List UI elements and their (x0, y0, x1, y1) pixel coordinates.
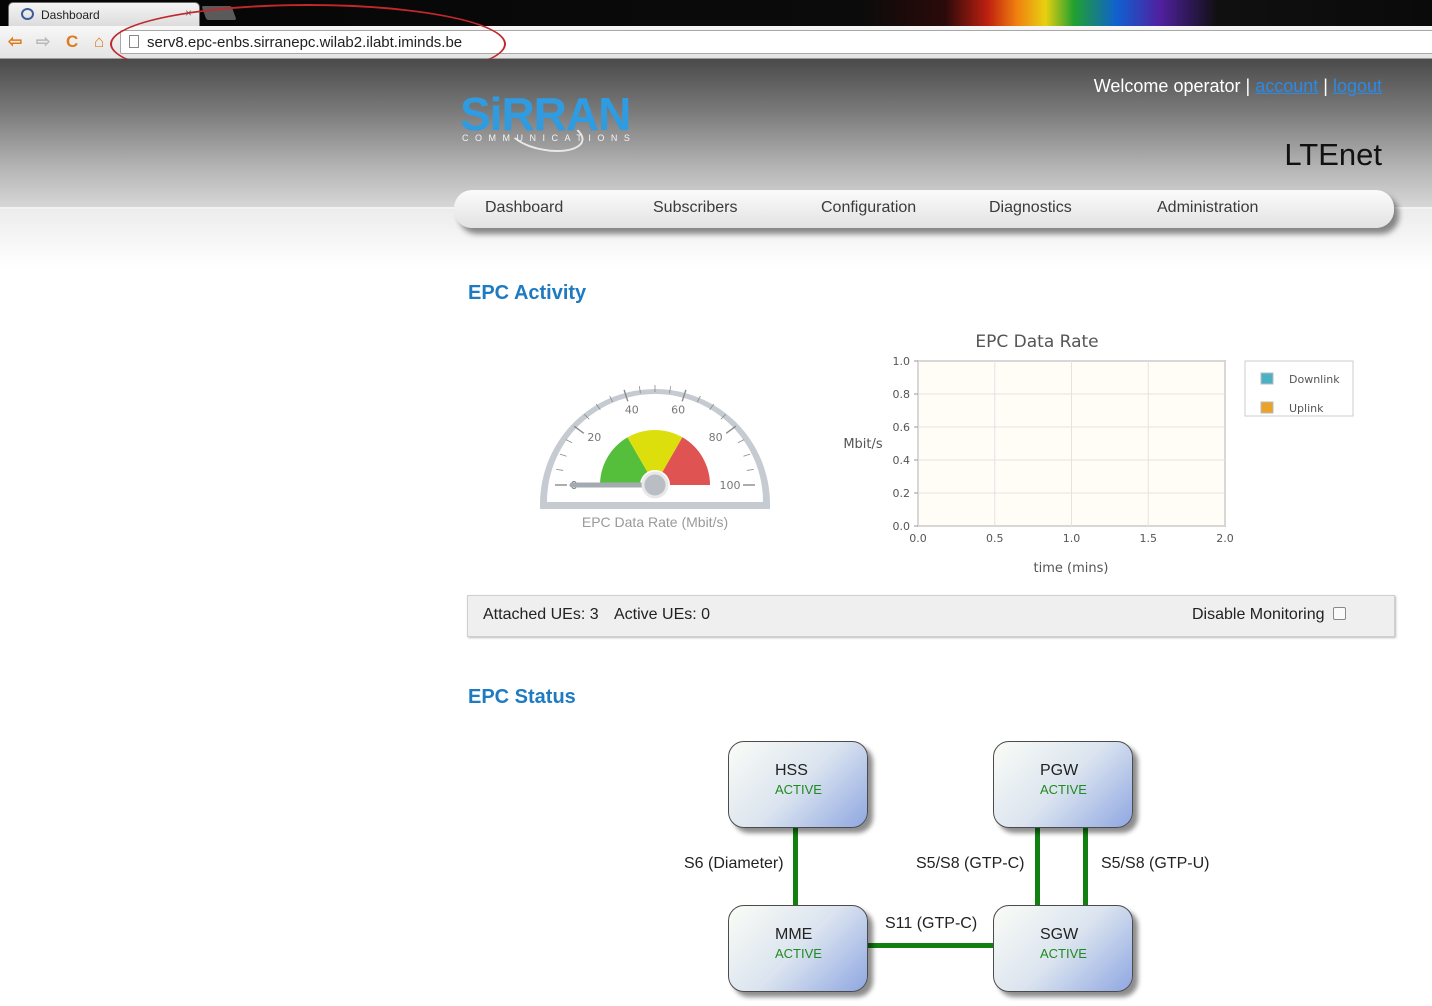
home-icon[interactable]: ⌂ (94, 32, 104, 52)
link-label-s6: S6 (Diameter) (684, 855, 784, 872)
menu-administration[interactable]: Administration (1157, 199, 1258, 217)
link-s5s8-gtpu (1083, 825, 1088, 906)
logout-link[interactable]: logout (1333, 76, 1382, 96)
ue-stats-bar: Attached UEs: 3 Active UEs: 0 Disable Mo… (467, 595, 1395, 637)
x-tick-label: 2.0 (1216, 532, 1234, 545)
link-label-s11: S11 (GTP-C) (885, 915, 978, 932)
link-label-s5s8-gtpu: S5/S8 (GTP-U) (1101, 855, 1210, 872)
legend-label-downlink: Downlink (1289, 373, 1340, 386)
y-tick-label: 0.0 (893, 520, 911, 533)
link-label-s5s8-gtpc: S5/S8 (GTP-C) (916, 855, 1025, 872)
x-tick-label: 1.5 (1140, 532, 1158, 545)
legend-swatch-uplink (1260, 401, 1274, 414)
gauge-caption: EPC Data Rate (Mbit/s) (581, 514, 729, 530)
gauge-tick-label: 20 (587, 431, 601, 444)
disable-monitoring-checkbox[interactable] (1333, 607, 1346, 620)
gauge-tick-label: 100 (720, 479, 741, 492)
legend-swatch-downlink (1260, 372, 1274, 385)
node-name: HSS (775, 762, 808, 779)
y-tick-labels: 0.0 0.2 0.4 0.6 0.8 1.0 (893, 355, 918, 533)
node-name: SGW (1040, 926, 1079, 943)
chart-title: EPC Data Rate (975, 332, 1098, 352)
node-hss[interactable]: HSS ACTIVE (728, 741, 868, 828)
legend-label-uplink: Uplink (1289, 402, 1324, 415)
favicon-icon (21, 8, 34, 20)
link-s6 (793, 825, 798, 906)
y-tick-label: 0.8 (893, 388, 911, 401)
reload-icon[interactable]: C (66, 32, 78, 52)
account-link[interactable]: account (1255, 76, 1318, 96)
forward-arrow-icon[interactable]: ⇨ (36, 32, 50, 52)
y-tick-label: 0.6 (893, 421, 911, 434)
gauge-tick-label: 40 (625, 404, 639, 417)
node-status: ACTIVE (775, 782, 822, 797)
node-mme[interactable]: MME ACTIVE (728, 905, 868, 992)
gauge-tick-label: 80 (709, 431, 723, 444)
node-name: PGW (1040, 762, 1079, 779)
gauge-tick-label: 60 (671, 404, 685, 417)
active-ues: Active UEs: 0 (614, 606, 711, 623)
attached-ues: Attached UEs: 3 (483, 606, 599, 623)
menu-subscribers[interactable]: Subscribers (653, 199, 737, 217)
link-s5s8-gtpc (1035, 825, 1040, 906)
menu-dashboard[interactable]: Dashboard (485, 199, 563, 217)
welcome-text: Welcome operator | (1093, 76, 1251, 96)
node-status: ACTIVE (1040, 946, 1087, 961)
y-tick-label: 0.4 (893, 454, 911, 467)
x-tick-label: 0.5 (986, 532, 1004, 545)
sirran-logo[interactable]: SiRRAN COMMUNICATIONS (460, 87, 650, 158)
x-tick-label: 1.0 (1063, 532, 1081, 545)
node-pgw[interactable]: PGW ACTIVE (993, 741, 1133, 828)
network-name: LTEnet (1284, 137, 1382, 172)
gauge-hub (641, 471, 669, 499)
node-sgw[interactable]: SGW ACTIVE (993, 905, 1133, 992)
y-axis-label: Mbit/s (843, 437, 883, 452)
y-tick-label: 1.0 (893, 355, 911, 368)
main-menu: Dashboard Subscribers Configuration Diag… (454, 190, 1394, 228)
menu-configuration[interactable]: Configuration (821, 199, 916, 217)
epc-activity-title: EPC Activity (468, 282, 587, 304)
back-arrow-icon[interactable]: ⇦ (8, 32, 22, 52)
data-rate-chart: EPC Data Rate 0.0 0.5 1.0 1.5 2.0 0.00.20.40… (843, 332, 1354, 576)
x-axis-label: time (mins) (1034, 561, 1109, 576)
x-tick-labels: 0.0 0.5 1.0 1.5 2.0 (909, 532, 1234, 545)
tab-title: Dashboard (41, 8, 100, 22)
node-status: ACTIVE (1040, 782, 1087, 797)
node-name: MME (775, 926, 813, 943)
separator: | (1323, 76, 1328, 96)
welcome-bar: Welcome operator | account | logout (1094, 76, 1382, 97)
epc-status-title: EPC Status (468, 686, 576, 708)
node-status: ACTIVE (775, 946, 822, 961)
web-page: SiRRAN COMMUNICATIONS Welcome operator |… (0, 59, 1432, 1006)
link-s11 (865, 943, 994, 948)
y-tick-label: 0.2 (893, 487, 911, 500)
disable-monitoring-label: Disable Monitoring (1192, 606, 1325, 623)
x-tick-label: 0.0 (909, 532, 927, 545)
logo-tagline: COMMUNICATIONS (462, 133, 637, 143)
menu-diagnostics[interactable]: Diagnostics (989, 199, 1072, 217)
